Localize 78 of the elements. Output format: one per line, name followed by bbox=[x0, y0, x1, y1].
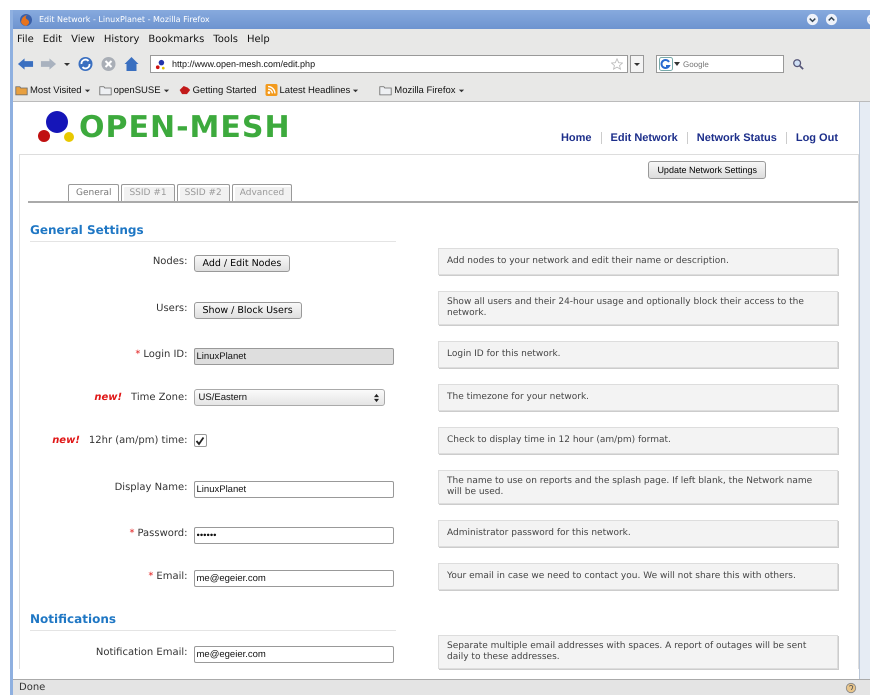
bookmark-item[interactable]: Latest Headlines bbox=[264, 84, 360, 96]
feed-icon bbox=[264, 84, 278, 96]
star-icon[interactable] bbox=[611, 58, 623, 70]
menu-item[interactable]: View bbox=[71, 34, 95, 44]
new-label: new! bbox=[94, 392, 122, 403]
folder-icon bbox=[15, 84, 28, 96]
menu-item[interactable]: Help bbox=[246, 34, 270, 44]
field-label: Display Name: bbox=[114, 482, 188, 492]
help-text: Show all users and their 24-hour usage and optionally block their access to the network. bbox=[438, 291, 838, 325]
required-mark: * bbox=[148, 571, 154, 582]
section-heading: Notifications bbox=[30, 612, 116, 626]
field-label: Users: bbox=[156, 302, 188, 314]
section-heading: General Settings bbox=[30, 223, 144, 237]
action-button[interactable]: Add / Edit Nodes bbox=[194, 255, 290, 272]
logo-icon bbox=[37, 110, 77, 144]
input-field[interactable]: LinuxPlanet bbox=[194, 480, 394, 498]
bookmark-item[interactable]: Getting Started bbox=[178, 84, 256, 96]
tab[interactable]: General bbox=[68, 184, 120, 201]
help-text: Administrator password for this network. bbox=[438, 520, 838, 547]
nav-link[interactable]: Home bbox=[552, 132, 601, 144]
update-button[interactable]: Update Network Settings bbox=[648, 161, 766, 179]
search-engine-icon[interactable] bbox=[659, 57, 681, 71]
caret-icon bbox=[633, 60, 641, 68]
logo-text: OPEN-MESH bbox=[79, 110, 291, 144]
folder-icon bbox=[379, 84, 392, 96]
field-label: Password: bbox=[137, 528, 188, 539]
search-input[interactable]: Google bbox=[683, 60, 773, 68]
back-icon[interactable] bbox=[17, 56, 34, 72]
timezone-select[interactable]: US/Eastern bbox=[194, 389, 385, 406]
search-icon[interactable] bbox=[792, 58, 804, 70]
field-label: Time Zone: bbox=[131, 392, 188, 403]
status-icon bbox=[845, 682, 857, 694]
required-mark: * bbox=[135, 349, 140, 360]
help-text: Login ID for this network. bbox=[438, 341, 838, 368]
nav-link[interactable]: Edit Network bbox=[600, 132, 687, 144]
help-text: Check to display time in 12 hour (am/pm) format. bbox=[438, 427, 838, 454]
bookmark-item[interactable]: Most Visited bbox=[15, 84, 91, 96]
help-text: The timezone for your network. bbox=[438, 384, 838, 411]
menu-item[interactable]: Tools bbox=[213, 34, 238, 44]
field-label: Nodes: bbox=[152, 256, 188, 267]
checkbox[interactable] bbox=[194, 434, 207, 447]
page-icon bbox=[178, 84, 191, 96]
menu-item[interactable]: File bbox=[17, 34, 34, 44]
required-mark: * bbox=[129, 528, 134, 539]
help-text: The name to use on reports and the splash page. If left blank, the Network name will be used. bbox=[438, 470, 838, 504]
input-field[interactable]: me@egeier.com bbox=[194, 646, 394, 662]
menu-item[interactable]: Bookmarks bbox=[148, 34, 204, 44]
folder-icon bbox=[98, 84, 112, 96]
dropdown-icon[interactable] bbox=[63, 60, 71, 68]
field-label: Login ID: bbox=[143, 349, 188, 360]
help-text: Add nodes to your network and edit their name or description. bbox=[438, 248, 838, 275]
bookmark-item[interactable]: openSUSE bbox=[98, 84, 170, 96]
bookmark-item[interactable]: Mozilla Firefox bbox=[379, 84, 465, 96]
menu-item[interactable]: Edit bbox=[42, 34, 62, 44]
history-dropdown[interactable] bbox=[630, 55, 644, 73]
search-field[interactable]: Google bbox=[656, 55, 784, 73]
reload-icon[interactable] bbox=[77, 56, 94, 72]
browser-icon bbox=[19, 12, 33, 26]
window-title: Edit Network - LinuxPlanet - Mozilla Firefox bbox=[39, 15, 211, 24]
input-field[interactable]: me@egeier.com bbox=[194, 570, 394, 587]
address-field[interactable]: http://www.open-mesh.com/edit.php bbox=[150, 55, 628, 73]
new-label: new! bbox=[52, 435, 80, 446]
action-button[interactable]: Show / Block Users bbox=[194, 302, 302, 318]
field-label: 12hr (am/pm) time: bbox=[88, 435, 188, 446]
help-text: Separate multiple email addresses with spaces. A report of outages will be sent daily to these addresses. bbox=[438, 635, 838, 669]
updown-icon bbox=[372, 392, 380, 402]
nav-link[interactable]: Log Out bbox=[786, 132, 847, 144]
minimize-icon[interactable] bbox=[806, 13, 819, 26]
nav-link[interactable]: Network Status bbox=[686, 132, 786, 144]
site-icon bbox=[155, 58, 166, 70]
home-icon[interactable] bbox=[123, 56, 140, 72]
input-field[interactable]: •••••• bbox=[194, 527, 394, 544]
maximize-icon[interactable] bbox=[825, 13, 838, 26]
field-label: Notification Email: bbox=[96, 646, 188, 658]
field-label: Email: bbox=[156, 571, 188, 582]
menu-item[interactable]: History bbox=[104, 34, 140, 44]
status-text: Done bbox=[19, 682, 46, 693]
help-text: Your email in case we need to contact you. We will not share this with others. bbox=[438, 563, 838, 590]
